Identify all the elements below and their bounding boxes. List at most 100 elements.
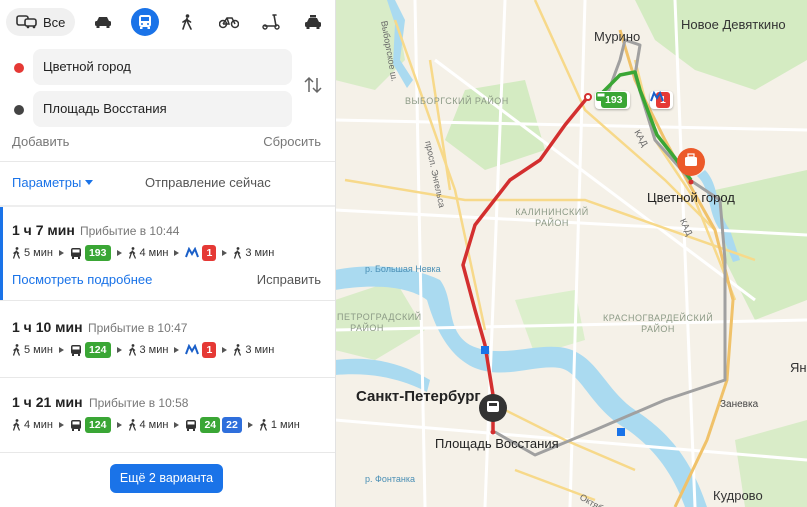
bus-number-badge: 124 [84,342,111,358]
transfer-chip[interactable]: 193 [595,91,630,109]
walk-time: 3 мин [139,344,169,356]
departure-time[interactable]: Отправление сейчас [145,175,271,190]
map-label-destination: Площадь Восстания [435,436,559,451]
map-label-petrogradsky: ПЕТРОГРАДСКИЙ РАЙОН [337,312,422,333]
bus-icon [185,419,197,431]
arrow-right-icon [174,250,180,256]
walk-time: 5 мин [24,247,53,259]
map-label-zanevka: Заневка [720,399,759,410]
walk-icon [12,344,21,356]
map-label-krasnogvardeysky: КРАСНОГВАРДЕЙСКИЙ РАЙОН [603,313,714,334]
metro-line-badge: 1 [202,342,217,358]
reset-link[interactable]: Сбросить [263,134,321,149]
car-icon [94,15,112,29]
transport-mode-bar: Все [6,6,327,38]
to-input[interactable]: Площадь Восстания [33,91,292,127]
arrow-right-icon [116,422,122,428]
mode-walk-button[interactable] [173,8,201,36]
mode-bus-button[interactable] [131,8,160,36]
walk-icon [12,419,21,431]
map-label-spb: Санкт-Петербург [356,388,481,405]
map-label-novoe-devyatkino: Новое Девяткино [681,17,786,32]
arrow-right-icon [222,250,228,256]
map-label-vyborgsky: ВЫБОРГСКИЙ РАЙОН [405,96,509,106]
params-label: Параметры [12,175,82,190]
route-option-3[interactable]: 1 ч 21 мин Прибытие в 10:58 4 мин 124 4 … [0,378,335,452]
divider [0,161,335,162]
metro-line-badge: 1 [202,245,217,261]
arrow-right-icon [222,347,228,353]
map-label-yan: Ян [790,360,807,375]
bus-icon [70,419,82,431]
route-point-to: Площадь Восстания [0,91,335,127]
walk-icon [233,344,242,356]
metro-chip[interactable]: 1 [650,91,673,109]
bike-icon [219,15,240,29]
route-duration: 1 ч 21 мин [12,394,83,410]
route-actions: Добавить Сбросить [12,134,321,152]
bus-icon [70,247,82,259]
map-label-kalininsky: КАЛИНИНСКИЙ РАЙОН [515,207,589,228]
walk-icon [12,247,21,259]
mode-scooter-button[interactable] [257,8,285,36]
walk-icon [233,247,242,259]
route-arrival: Прибытие в 10:47 [88,321,188,335]
arrow-right-icon [116,347,122,353]
arrow-right-icon [58,347,64,353]
route-duration: 1 ч 7 мин [12,222,75,238]
fix-link[interactable]: Исправить [257,272,321,287]
map-label-river: р. Большая Невка [365,264,441,274]
mode-all-button[interactable]: Все [6,8,76,36]
bus-number-badge: 22 [222,417,242,433]
more-routes-button[interactable]: Ещё 2 варианта [110,464,223,493]
arrow-right-icon [174,422,180,428]
details-link[interactable]: Посмотреть подробнее [12,272,152,287]
params-dropdown[interactable]: Параметры [12,175,94,190]
walk-icon [259,419,268,431]
metro-icon [185,344,200,356]
bus-number-badge: 193 [84,245,111,261]
arrow-right-icon [174,347,180,353]
swap-points-icon[interactable] [303,74,323,96]
arrow-right-icon [58,422,64,428]
route-arrival: Прибытие в 10:44 [80,224,180,238]
walk-time: 3 мин [245,344,275,356]
map-view[interactable]: 193 1 Мурино Новое Девяткино ВЫБОРГСКИЙ … [335,0,807,507]
metro-icon [185,247,200,259]
car-bus-icon [16,13,38,32]
from-input[interactable]: Цветной город [33,49,292,85]
walk-icon [128,344,137,356]
mode-taxi-button[interactable] [299,8,327,36]
walk-time: 4 мин [139,419,169,431]
chevron-down-icon [85,180,94,185]
bus-icon [70,344,82,356]
map-label-origin: Цветной город [647,190,735,205]
route-arrival: Прибытие в 10:58 [89,396,189,410]
bus-number-badge: 124 [84,417,111,433]
mode-bike-button[interactable] [215,8,243,36]
route-steps: 5 мин 193 4 мин 1 3 мин [12,244,274,262]
divider [0,452,335,453]
from-marker-icon [14,63,24,73]
route-steps: 4 мин 124 4 мин 24 22 1 мин [12,416,300,434]
bus-number-badge: 24 [200,417,221,433]
walk-icon [128,419,137,431]
route-option-2[interactable]: 1 ч 10 мин Прибытие в 10:47 5 мин 124 3 … [0,301,335,375]
map-canvas [335,0,807,507]
map-label-murino: Мурино [594,29,641,44]
walk-time: 3 мин [245,247,275,259]
walk-time: 4 мин [24,419,53,431]
route-point-from: Цветной город [0,49,335,85]
map-label-kudrovo: Кудрово [713,488,763,503]
walk-icon [180,14,194,30]
route-panel: Все Цветной город Площадь Восстания Доба… [0,0,336,507]
walk-icon [128,247,137,259]
bus-icon [137,14,153,30]
walk-time: 5 мин [24,344,53,356]
route-duration: 1 ч 10 мин [12,319,83,335]
route-steps: 5 мин 124 3 мин 1 3 мин [12,341,274,359]
mode-car-button[interactable] [89,8,117,36]
taxi-icon [304,14,322,30]
add-point-link[interactable]: Добавить [12,134,69,149]
walk-time: 1 мин [270,419,300,431]
